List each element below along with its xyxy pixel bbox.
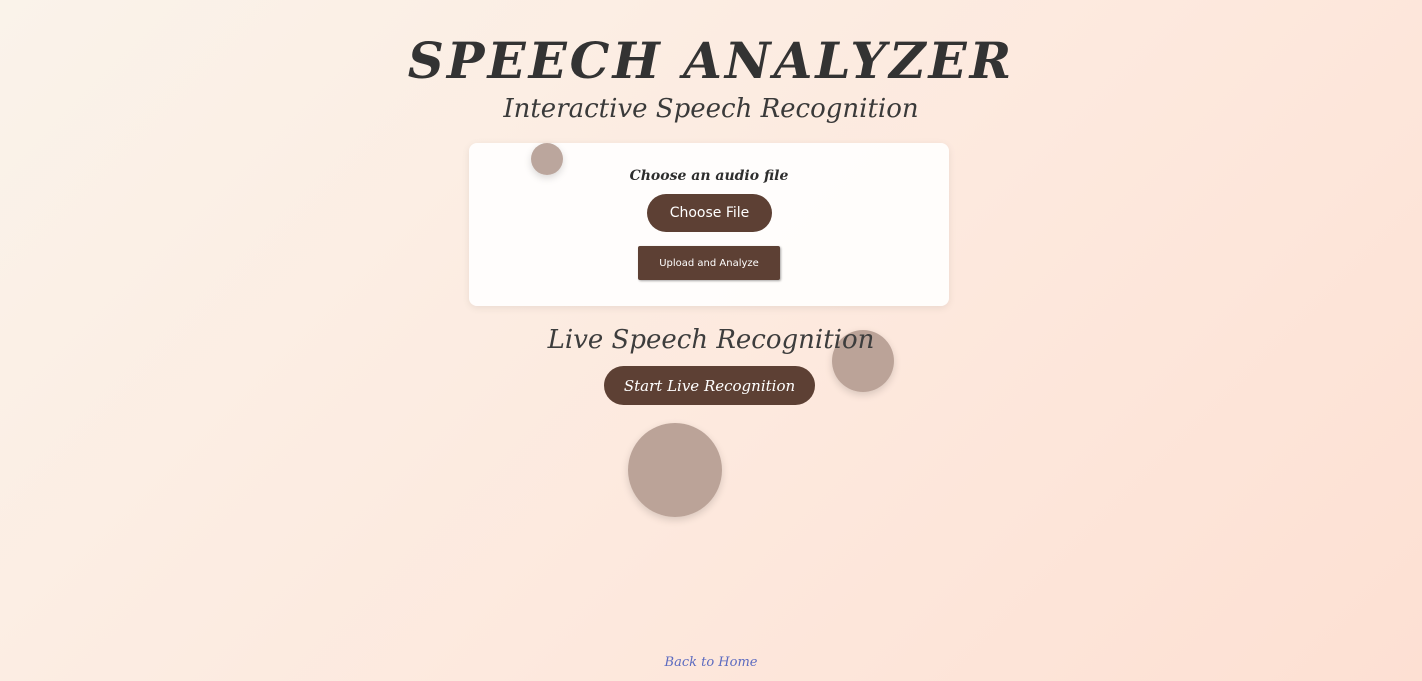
decorative-bubble <box>531 143 563 175</box>
choose-file-button[interactable]: Choose File <box>647 194 772 232</box>
live-recognition-title: Live Speech Recognition <box>547 325 875 355</box>
decorative-bubble <box>628 423 722 517</box>
page-subtitle: Interactive Speech Recognition <box>503 94 919 124</box>
back-to-home-link[interactable]: Back to Home <box>0 655 1422 670</box>
page-title: SPEECH ANALYZER <box>407 31 1015 90</box>
start-live-recognition-button[interactable]: Start Live Recognition <box>604 366 815 405</box>
upload-and-analyze-button[interactable]: Upload and Analyze <box>638 246 780 280</box>
